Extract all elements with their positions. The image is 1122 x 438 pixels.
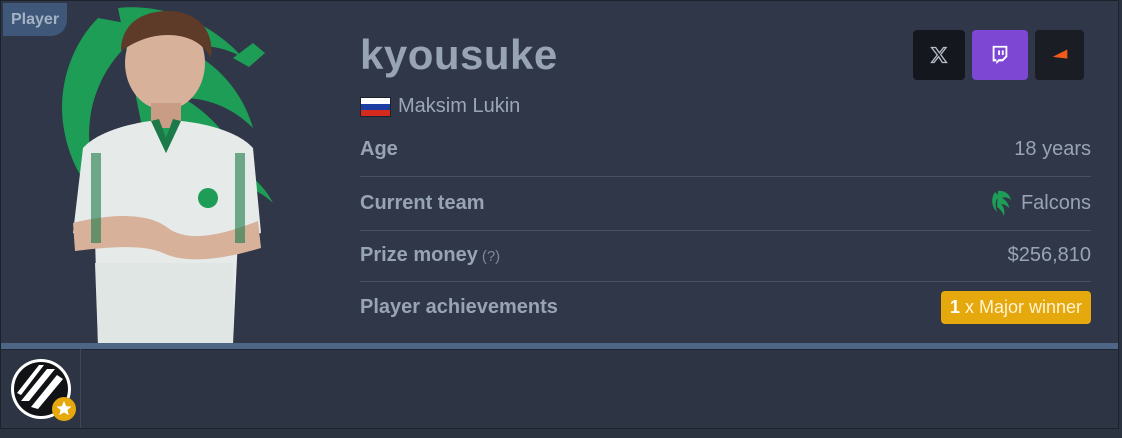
player-real-name: Maksim Lukin <box>398 95 521 117</box>
prize-money-value: $256,810 <box>1007 244 1091 266</box>
age-row: Age 18 years <box>360 123 1091 176</box>
x-link-button[interactable] <box>913 30 965 80</box>
prize-money-label-text: Prize money <box>360 244 478 266</box>
team-name: Falcons <box>1020 192 1091 214</box>
falcons-background-logo <box>62 7 273 344</box>
achievements-row: Player achievements 1 x Major winner <box>360 281 1091 334</box>
player-tag: Player <box>3 3 68 36</box>
age-value: 18 years <box>1014 138 1091 160</box>
player-nickname: kyousuke <box>360 31 558 78</box>
age-label: Age <box>360 138 398 160</box>
falcons-logo-icon <box>992 190 1011 216</box>
twitch-link-button[interactable] <box>972 30 1028 80</box>
event-logo-slot[interactable] <box>1 349 81 428</box>
major-winner-badge[interactable]: 1 x Major winner <box>940 291 1091 324</box>
current-team-label: Current team <box>360 192 485 214</box>
real-name-row: Maksim Lukin <box>360 95 520 118</box>
major-count: 1 <box>949 297 960 317</box>
event-strip <box>1 349 1118 428</box>
prize-money-help-hint[interactable]: (?) <box>482 248 500 265</box>
team-link[interactable]: Falcons <box>989 190 1091 218</box>
esl-logo-icon <box>11 359 76 421</box>
current-team-row: Current team Falcons <box>360 177 1091 230</box>
faceit-logo-icon <box>1052 49 1067 59</box>
faceit-link-button[interactable] <box>1035 30 1084 80</box>
achievements-label: Player achievements <box>360 296 558 318</box>
twitch-logo-icon <box>992 45 1008 65</box>
prize-money-label: Prize money (?) <box>360 244 500 267</box>
prize-money-row: Prize money (?) $256,810 <box>360 229 1091 282</box>
major-winner-text: x Major winner <box>959 297 1082 317</box>
x-logo-icon <box>930 46 948 64</box>
player-photo <box>3 3 333 344</box>
russia-flag-icon <box>360 96 391 117</box>
